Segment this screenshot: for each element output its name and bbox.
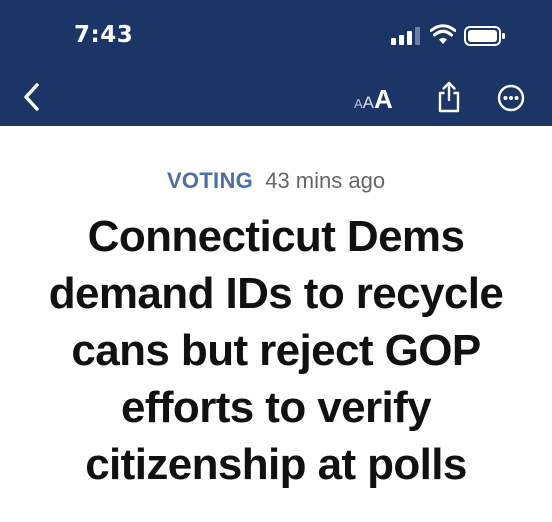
- article-headline: Connecticut Dems demand IDs to recycle c…: [10, 208, 542, 493]
- more-icon[interactable]: [497, 84, 525, 112]
- status-time: 7:43: [74, 22, 134, 48]
- headline-line: cans but reject GOP: [71, 326, 481, 375]
- text-size-large-label: A: [374, 84, 393, 114]
- headline-line: Connecticut Dems: [87, 212, 465, 261]
- article-meta: VOTING 43 mins ago: [0, 168, 552, 194]
- share-icon[interactable]: [436, 81, 462, 113]
- battery-icon: [464, 26, 505, 46]
- headline-line: citizenship at polls: [85, 440, 467, 489]
- category-link[interactable]: VOTING: [167, 168, 253, 193]
- text-size-button[interactable]: A A A: [354, 84, 393, 114]
- published-time: 43 mins ago: [265, 168, 386, 193]
- text-size-small-label: A: [354, 96, 363, 111]
- headline-line: efforts to verify: [120, 383, 432, 432]
- chevron-left-icon[interactable]: [18, 82, 46, 112]
- cellular-signal-icon: [391, 27, 421, 45]
- text-size-medium-label: A: [362, 93, 375, 112]
- wifi-icon: [430, 24, 456, 44]
- top-bar: 7:43 A A A: [0, 0, 552, 126]
- headline-line: demand IDs to recycle: [48, 269, 504, 318]
